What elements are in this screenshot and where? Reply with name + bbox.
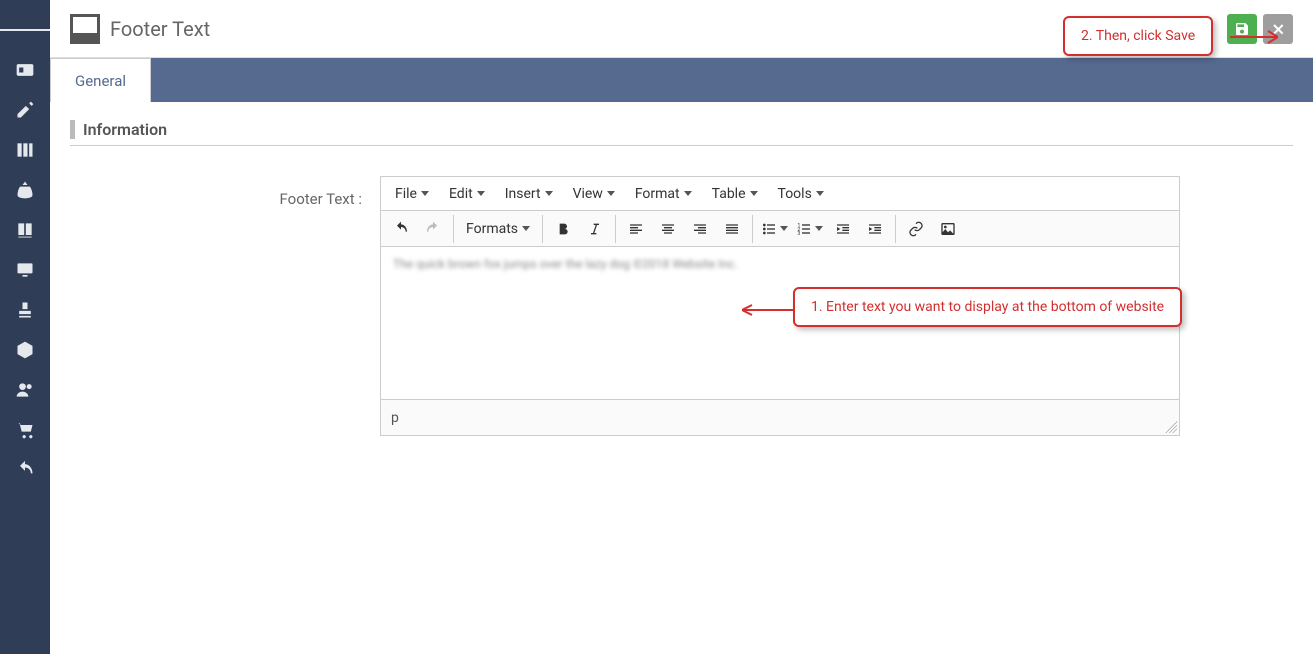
align-right-icon <box>692 221 708 237</box>
align-justify-button[interactable] <box>716 214 748 244</box>
chevron-down-icon <box>522 226 530 231</box>
separator <box>895 215 896 243</box>
link-button[interactable] <box>900 214 932 244</box>
footer-section-icon <box>70 14 100 44</box>
nav-library[interactable] <box>0 210 50 250</box>
bullet-list-icon <box>761 221 777 237</box>
users-icon <box>15 380 35 400</box>
undo-icon <box>15 460 35 480</box>
align-left-icon <box>628 221 644 237</box>
main: Footer Text General Information Footer T… <box>50 0 1313 654</box>
separator <box>752 215 753 243</box>
chevron-down-icon <box>477 191 485 196</box>
svg-text:3: 3 <box>797 231 800 237</box>
nav-users[interactable] <box>0 370 50 410</box>
columns-icon <box>15 140 35 160</box>
image-button[interactable] <box>932 214 964 244</box>
chevron-down-icon <box>607 191 615 196</box>
chevron-down-icon <box>815 226 823 231</box>
formats-dropdown[interactable]: Formats <box>458 217 538 241</box>
tabbar: General <box>50 58 1313 102</box>
section-title: Information <box>70 120 1293 139</box>
numbered-list-icon: 123 <box>796 221 812 237</box>
cube-icon <box>15 340 35 360</box>
align-justify-icon <box>724 221 740 237</box>
monitor-icon <box>15 260 35 280</box>
chevron-down-icon <box>545 191 553 196</box>
callout-step-1: 1. Enter text you want to display at the… <box>793 287 1182 327</box>
menu-edit[interactable]: Edit <box>441 180 493 208</box>
undo-button[interactable] <box>385 214 417 244</box>
editor-text-line: The quick brown fox jumps over the lazy … <box>393 257 738 271</box>
chevron-down-icon <box>421 191 429 196</box>
menu-format[interactable]: Format <box>627 180 700 208</box>
numbered-list-dropdown[interactable]: 123 <box>792 217 827 241</box>
callout-arrow-1 <box>742 303 794 317</box>
chevron-down-icon <box>780 226 788 231</box>
chevron-down-icon <box>684 191 692 196</box>
nav-undo[interactable] <box>0 450 50 490</box>
page-title: Footer Text <box>110 17 210 41</box>
nav-forms[interactable] <box>0 90 50 130</box>
redo-arrow-icon <box>425 221 441 237</box>
menu-view[interactable]: View <box>565 180 623 208</box>
outdent-icon <box>835 221 851 237</box>
book-icon <box>15 220 35 240</box>
link-icon <box>908 221 924 237</box>
nav-cart[interactable] <box>0 410 50 450</box>
align-center-icon <box>660 221 676 237</box>
menu-insert[interactable]: Insert <box>497 180 561 208</box>
bold-icon <box>555 221 571 237</box>
callout-step-2: 2. Then, click Save <box>1063 16 1213 56</box>
align-right-button[interactable] <box>684 214 716 244</box>
editor-statusbar: p <box>381 399 1179 435</box>
resize-handle[interactable] <box>1165 421 1177 433</box>
image-icon <box>940 221 956 237</box>
editor-toolbar: Formats 123 <box>381 211 1179 247</box>
edit-icon <box>15 100 35 120</box>
indent-icon <box>867 221 883 237</box>
nav-packages[interactable] <box>0 330 50 370</box>
menu-file[interactable]: File <box>387 180 437 208</box>
element-path[interactable]: p <box>391 410 399 426</box>
align-center-button[interactable] <box>652 214 684 244</box>
separator <box>542 215 543 243</box>
align-left-button[interactable] <box>620 214 652 244</box>
chevron-down-icon <box>750 191 758 196</box>
chevron-down-icon <box>816 191 824 196</box>
menu-toggle[interactable] <box>0 10 50 50</box>
bold-button[interactable] <box>547 214 579 244</box>
menu-table[interactable]: Table <box>704 180 766 208</box>
nav-money[interactable] <box>0 170 50 210</box>
menu-tools[interactable]: Tools <box>770 180 832 208</box>
nav-pages[interactable] <box>0 130 50 170</box>
separator <box>453 215 454 243</box>
bullet-list-dropdown[interactable] <box>757 217 792 241</box>
form-label: Footer Text : <box>70 176 380 208</box>
nav-dashboard[interactable] <box>0 50 50 90</box>
callout-arrow-2 <box>1230 28 1278 46</box>
cart-icon <box>15 420 35 440</box>
editor-menubar: File Edit Insert View Format Table Tools <box>381 177 1179 211</box>
indent-button[interactable] <box>859 214 891 244</box>
outdent-button[interactable] <box>827 214 859 244</box>
italic-button[interactable] <box>579 214 611 244</box>
sidebar <box>0 0 50 654</box>
id-card-icon <box>15 60 35 80</box>
separator <box>615 215 616 243</box>
section-divider <box>70 145 1293 146</box>
stamp-icon <box>15 300 35 320</box>
undo-arrow-icon <box>393 221 409 237</box>
redo-button[interactable] <box>417 214 449 244</box>
italic-icon <box>587 221 603 237</box>
nav-approvals[interactable] <box>0 290 50 330</box>
nav-media[interactable] <box>0 250 50 290</box>
content: Information Footer Text : File Edit Inse… <box>50 102 1313 454</box>
tab-general[interactable]: General <box>50 58 151 102</box>
money-bag-icon <box>15 180 35 200</box>
